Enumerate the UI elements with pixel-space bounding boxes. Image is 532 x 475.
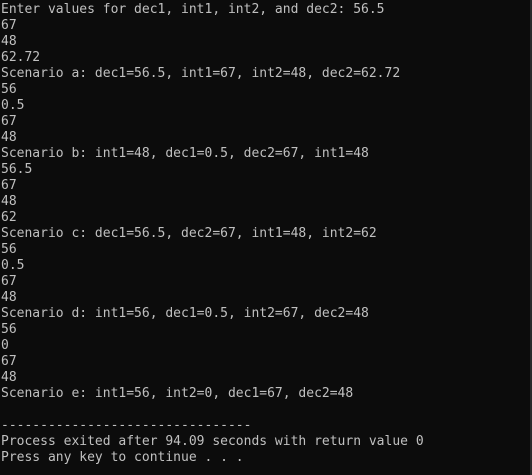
output-line: 67: [1, 18, 17, 33]
exit-status-line: Process exited after 94.09 seconds with …: [1, 434, 424, 449]
scenario-c-line: Scenario c: dec1=56.5, dec2=67, int1=48,…: [1, 226, 377, 241]
output-line: 0.5: [1, 98, 25, 113]
scenario-d-line: Scenario d: int1=56, dec1=0.5, int2=67, …: [1, 306, 369, 321]
output-line: 67: [1, 274, 17, 289]
output-line: 48: [1, 370, 17, 385]
output-line: 56.5: [1, 162, 33, 177]
separator-line: --------------------------------: [1, 418, 252, 433]
output-line: 0.5: [1, 258, 25, 273]
prompt-line: Enter values for dec1, int1, int2, and d…: [1, 2, 385, 17]
output-line: 48: [1, 290, 17, 305]
output-line: 48: [1, 34, 17, 49]
scenario-b-line: Scenario b: int1=48, dec1=0.5, dec2=67, …: [1, 146, 369, 161]
scenario-a-line: Scenario a: dec1=56.5, int1=67, int2=48,…: [1, 66, 401, 81]
console-window[interactable]: Enter values for dec1, int1, int2, and d…: [0, 0, 532, 475]
output-line: 62.72: [1, 50, 41, 65]
output-line: 56: [1, 242, 17, 257]
output-line: 48: [1, 194, 17, 209]
output-line: 0: [1, 338, 9, 353]
output-line: 67: [1, 178, 17, 193]
output-line: 48: [1, 130, 17, 145]
output-line: 56: [1, 82, 17, 97]
output-line: 62: [1, 210, 17, 225]
output-line: 67: [1, 354, 17, 369]
continue-prompt-line: Press any key to continue . . .: [1, 450, 244, 465]
output-line: 56: [1, 322, 17, 337]
output-line: 67: [1, 114, 17, 129]
scenario-e-line: Scenario e: int1=56, int2=0, dec1=67, de…: [1, 386, 354, 401]
